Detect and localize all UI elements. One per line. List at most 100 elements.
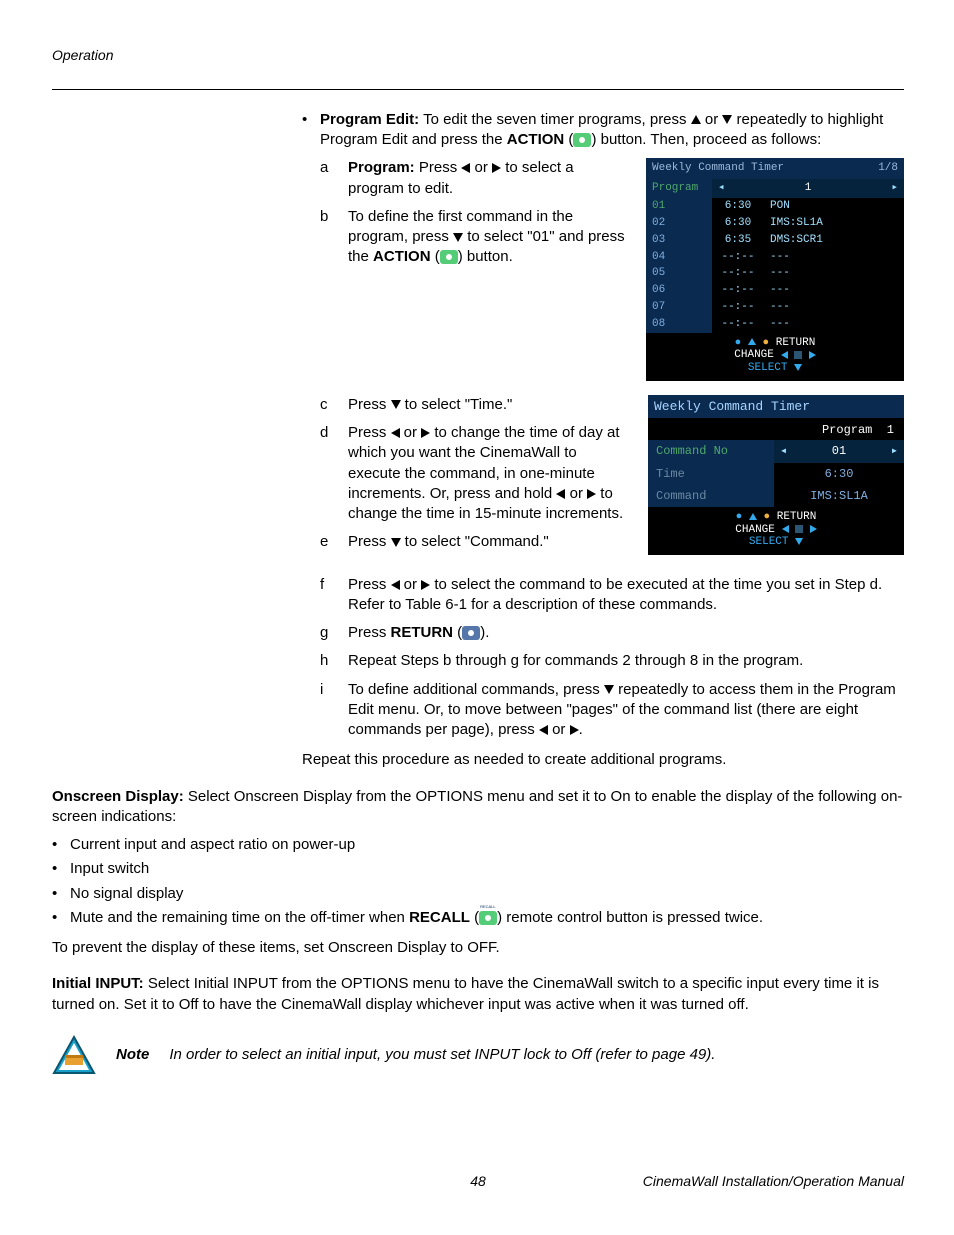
down-arrow-icon — [453, 233, 463, 242]
osd-row-cmd: --- — [764, 265, 904, 282]
osd-weekly-timer-edit: Weekly Command Timer Program 1 Command N… — [648, 395, 904, 555]
osd-row-num: 06 — [646, 282, 712, 299]
note-block: Note In order to select an initial input… — [52, 1035, 904, 1075]
row-cde-osd2: c Press to select "Time." d Press or to … — [320, 395, 904, 561]
step-marker: e — [320, 532, 348, 552]
osd-row-cmd: --- — [764, 249, 904, 266]
osd-title: Weekly Command Timer 1/8 — [646, 158, 904, 179]
osd-row-time: 6:30 — [712, 215, 764, 232]
label-action: ACTION — [507, 131, 565, 148]
body-column: • Program Edit: To edit the seven timer … — [302, 110, 904, 1075]
label-recall: RECALL — [409, 909, 470, 926]
right-arrow-icon — [809, 351, 816, 359]
step-text: Press or to change the time of day at wh… — [348, 423, 630, 524]
list-text: No signal display — [70, 884, 183, 904]
osd-row-time: --:-- — [712, 299, 764, 316]
text: . — [485, 624, 489, 641]
list-item: •Input switch — [52, 859, 904, 879]
step-marker: i — [320, 680, 348, 741]
right-arrow-icon — [570, 725, 579, 735]
step-marker: h — [320, 651, 348, 671]
square-icon — [795, 525, 803, 533]
right-arrow-icon: ▸ — [885, 181, 904, 196]
text: To define additional commands, press — [348, 681, 604, 698]
text: Mute and the remaining time on the off-t… — [70, 909, 409, 926]
left-arrow-icon: ◂ — [712, 181, 731, 196]
osd-footer-hints: ● ● RETURN CHANGE SELECT — [648, 507, 904, 555]
osd-program-row: Program ◂ 1 ▸ — [646, 179, 904, 198]
text: Select Initial INPUT from the OPTIONS me… — [52, 975, 879, 1012]
osd-program-number: 1 — [731, 181, 886, 196]
osd-program-number: 1 — [887, 423, 894, 437]
osd-row-cmd: --- — [764, 282, 904, 299]
osd-row-time: --:-- — [712, 282, 764, 299]
text: remote control button is pressed twice. — [502, 909, 763, 926]
osd-row-num: 01 — [646, 198, 712, 215]
step-i: i To define additional commands, press r… — [320, 680, 904, 741]
list-text: Current input and aspect ratio on power-… — [70, 835, 355, 855]
text: Press — [348, 624, 391, 641]
text: or — [565, 485, 587, 502]
col-steps-fi: f Press or to select the command to be e… — [320, 575, 904, 741]
left-arrow-icon — [539, 725, 548, 735]
left-arrow-icon — [391, 580, 400, 590]
osd-row-num: 08 — [646, 316, 712, 333]
osd-field-value: IMS:SL1A — [774, 485, 904, 507]
down-arrow-icon — [722, 115, 732, 124]
text: Press — [415, 159, 462, 176]
osd-field-label: Command No — [648, 440, 774, 462]
step-marker: d — [320, 423, 348, 524]
note-warning-icon — [52, 1035, 96, 1075]
section-initial-input: Initial INPUT: Select Initial INPUT from… — [52, 974, 904, 1015]
manual-title: CinemaWall Installation/Operation Manual — [620, 1172, 904, 1191]
text: or — [470, 159, 492, 176]
up-arrow-icon — [748, 338, 756, 345]
osd-row-time: 6:30 — [712, 198, 764, 215]
bullet-marker: • — [52, 835, 70, 855]
bullet-program-edit: • Program Edit: To edit the seven timer … — [302, 110, 904, 151]
down-arrow-icon — [795, 538, 803, 545]
step-a: a Program: Press or to select a program … — [320, 158, 628, 199]
label-program-edit: Program Edit: — [320, 111, 419, 128]
osd-row-commandno: Command No ◂ 01 ▸ — [648, 440, 904, 462]
osd-program-label: Program — [822, 423, 872, 437]
right-arrow-icon — [421, 580, 430, 590]
text: Press — [348, 396, 391, 413]
osd-row-num: 02 — [646, 215, 712, 232]
repeat-note: Repeat this procedure as needed to creat… — [52, 750, 904, 770]
osd-title-text: Weekly Command Timer — [654, 398, 810, 416]
text: or — [548, 721, 570, 738]
down-arrow-icon — [391, 400, 401, 409]
osd-command-rows: 016:30PON 026:30IMS:SL1A 036:35DMS:SCR1 … — [646, 198, 904, 333]
step-text: Press to select "Command." — [348, 532, 630, 552]
step-marker: c — [320, 395, 348, 415]
left-arrow-icon: ◂ — [774, 443, 793, 459]
para: Onscreen Display: Select Onscreen Displa… — [52, 787, 904, 828]
osd-title-text: Weekly Command Timer — [652, 161, 784, 176]
up-arrow-icon — [749, 513, 757, 520]
osd-return-label: RETURN — [776, 337, 816, 349]
right-arrow-icon — [587, 489, 596, 499]
running-header: Operation — [52, 46, 904, 65]
right-arrow-icon: ▸ — [885, 443, 904, 459]
bullet-marker: • — [52, 908, 70, 928]
list-text: Mute and the remaining time on the off-t… — [70, 908, 763, 928]
osd-row-time: Time 6:30 — [648, 463, 904, 485]
bullet-marker: • — [52, 859, 70, 879]
osd-program-value: ◂ 1 ▸ — [712, 179, 904, 198]
step-text: Press RETURN (). — [348, 623, 904, 643]
step-marker: g — [320, 623, 348, 643]
down-arrow-icon — [794, 364, 802, 371]
label-action: ACTION — [373, 248, 431, 265]
osd-row-cmd: --- — [764, 316, 904, 333]
osd-change-label: CHANGE — [735, 524, 775, 536]
text: to select "Command." — [401, 533, 549, 550]
text: button. — [463, 248, 513, 265]
label-return: RETURN — [391, 624, 454, 641]
osd-row-time: --:-- — [712, 265, 764, 282]
page-number: 48 — [336, 1172, 620, 1191]
step-marker: a — [320, 158, 348, 199]
recall-button-icon — [479, 911, 497, 925]
osd-program-label: Program — [646, 179, 712, 198]
osd-footer-hints: ● ● RETURN CHANGE SELECT — [646, 333, 904, 381]
